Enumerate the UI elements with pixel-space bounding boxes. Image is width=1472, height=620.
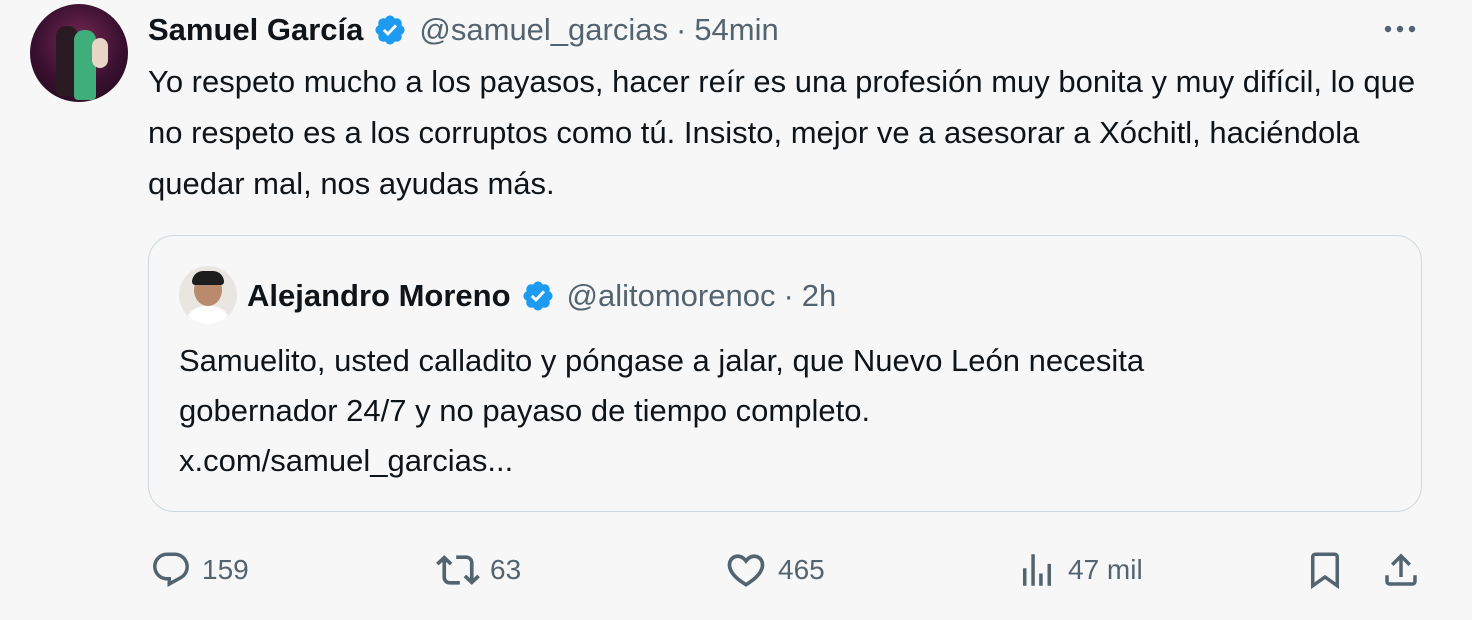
repost-count: 63 [490, 554, 522, 585]
reply-bubble-icon [153, 552, 189, 587]
avatar-figure [192, 271, 224, 285]
like-count: 465 [778, 554, 825, 585]
like-button[interactable]: 465 [724, 540, 825, 600]
bookmark-icon [1311, 552, 1339, 590]
tweet-card[interactable]: Samuel García @samuel_garcias · 54min Yo… [0, 0, 1472, 620]
repost-button[interactable]: 63 [436, 540, 521, 600]
quoted-tweet-link[interactable]: x.com/samuel_garcias... [179, 436, 1399, 486]
verified-badge-icon [373, 13, 407, 47]
separator-dot: · [675, 12, 687, 47]
avatar-figure [185, 306, 231, 324]
avatar-figure [92, 38, 108, 68]
views-button[interactable]: 47 mil [1016, 540, 1143, 600]
repost-arrows-icon [436, 555, 480, 585]
tweet-timestamp[interactable]: 54min [694, 12, 778, 48]
quoted-author-name[interactable]: Alejandro Moreno [247, 278, 511, 314]
more-options-button[interactable] [1378, 14, 1422, 44]
reply-count: 159 [202, 554, 249, 585]
heart-icon [727, 554, 765, 587]
tweet-text: Yo respeto mucho a los payasos, hacer re… [148, 64, 1416, 201]
quoted-tweet-text: Samuelito, usted calladito y póngase a j… [179, 336, 1399, 486]
reply-button[interactable]: 159 [150, 540, 249, 600]
share-button[interactable] [1380, 540, 1422, 600]
view-count: 47 mil [1068, 554, 1143, 585]
quoted-text-line: gobernador 24/7 y no payaso de tiempo co… [179, 393, 871, 428]
quoted-tweet-timestamp[interactable]: 2h [802, 278, 836, 314]
tweet-actions-bar: 159 63 465 47 mil [0, 540, 1472, 600]
bar-chart-icon [1023, 554, 1051, 586]
quoted-author-handle[interactable]: @alitomorenoc [567, 278, 776, 314]
author-handle[interactable]: @samuel_garcias [419, 12, 668, 48]
bookmark-button[interactable] [1304, 540, 1346, 600]
quoted-tweet[interactable]: Alejandro Moreno @alitomorenoc · 2h Samu… [148, 235, 1422, 512]
author-avatar[interactable] [30, 4, 128, 102]
verified-badge-icon [521, 279, 555, 313]
author-name[interactable]: Samuel García [148, 12, 363, 48]
share-upload-icon [1385, 553, 1417, 586]
more-horizontal-icon [1384, 25, 1416, 33]
separator-dot: · [783, 278, 794, 313]
quoted-text-line: Samuelito, usted calladito y póngase a j… [179, 343, 1145, 378]
quoted-author-avatar[interactable] [179, 266, 237, 324]
quoted-tweet-header: Alejandro Moreno @alitomorenoc · 2h [247, 276, 836, 316]
tweet-header: Samuel García @samuel_garcias · 54min [148, 8, 779, 52]
